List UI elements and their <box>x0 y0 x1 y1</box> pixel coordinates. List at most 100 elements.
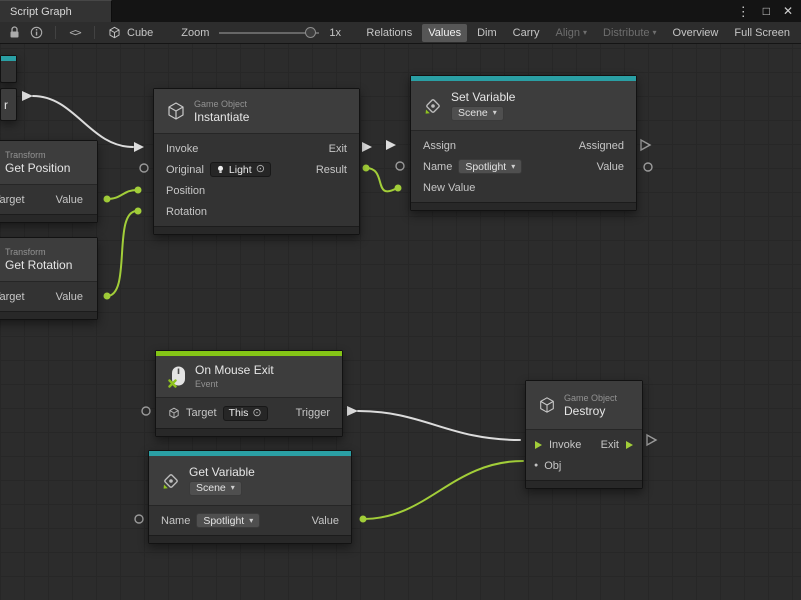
assign-port-icon[interactable] <box>386 140 396 150</box>
node-footer <box>149 535 351 543</box>
node-footer <box>526 480 642 488</box>
clipped-node-fragment-top[interactable] <box>0 55 17 83</box>
obj-port-dot-icon[interactable]: ● <box>534 462 538 469</box>
node-instantiate[interactable]: Game Object Instantiate Invoke Exit Orig… <box>153 88 360 235</box>
setvar-value-port-icon[interactable] <box>644 163 652 171</box>
chevron-down-icon: ▾ <box>231 484 235 492</box>
zoom-slider[interactable] <box>219 32 319 34</box>
edit-source-icon[interactable]: <> <box>66 24 84 42</box>
setvar-name-port-icon[interactable] <box>396 162 404 170</box>
distribute-dropdown[interactable]: Distribute ▾ <box>597 24 662 42</box>
node-get-position[interactable]: Transform Get Position Target Value <box>0 140 98 223</box>
lock-icon[interactable] <box>5 24 23 42</box>
node-on-mouse-exit[interactable]: On Mouse Exit Event Target This ⊙ Trigge… <box>155 350 343 437</box>
dim-button[interactable]: Dim <box>471 24 503 42</box>
invoke-input-label: Invoke <box>166 143 198 155</box>
align-dropdown[interactable]: Align ▾ <box>550 24 593 42</box>
trigger-output-label: Trigger <box>296 407 330 419</box>
object-field-value: Light <box>229 164 252 176</box>
chevron-down-icon: ▾ <box>511 163 515 171</box>
result-port-icon[interactable] <box>363 165 370 172</box>
wire-trigger-to-destroy-invoke[interactable] <box>358 411 520 440</box>
object-picker-icon[interactable]: ⊙ <box>256 164 265 175</box>
window-menu-icon[interactable]: ⋮ <box>737 5 750 18</box>
info-icon[interactable] <box>27 24 45 42</box>
zoom-knob[interactable] <box>305 27 316 38</box>
node-header[interactable]: Transform Get Rotation <box>0 238 97 282</box>
exit-output-label: Exit <box>601 439 619 451</box>
port-row: Name Spotlight ▾ Value <box>149 510 351 531</box>
node-header[interactable]: Set Variable Scene ▾ <box>411 81 636 131</box>
rotation-port-icon[interactable] <box>135 208 142 215</box>
toolbar-separator <box>55 26 56 39</box>
wire-getrotation-to-rotation[interactable] <box>107 211 137 296</box>
name-input-label: Name <box>423 161 452 173</box>
wire-getvariable-to-obj[interactable] <box>363 461 523 519</box>
graph-canvas[interactable]: r Transform Get Position Target Value Tr… <box>0 44 801 600</box>
node-header[interactable]: Transform Get Position <box>0 141 97 185</box>
clipped-node-fragment[interactable]: r <box>0 88 17 121</box>
node-header[interactable]: On Mouse Exit Event <box>156 356 342 398</box>
getvar-name-port-icon[interactable] <box>135 515 143 523</box>
chevron-down-icon: ▾ <box>583 29 587 37</box>
trigger-port-icon[interactable] <box>347 406 358 416</box>
overview-button[interactable]: Overview <box>667 24 725 42</box>
light-object-field[interactable]: Light ⊙ <box>210 162 271 177</box>
getrotation-value-port-icon[interactable] <box>104 293 111 300</box>
exit-port-icon[interactable] <box>362 142 372 152</box>
wire-result-to-new-value[interactable] <box>366 168 397 191</box>
fullscreen-button[interactable]: Full Screen <box>728 24 796 42</box>
position-port-icon[interactable] <box>135 187 142 194</box>
distribute-label: Distribute <box>603 27 649 39</box>
node-title: Set Variable <box>451 91 515 104</box>
node-set-variable[interactable]: Set Variable Scene ▾ Assign Assigned Nam… <box>410 75 637 211</box>
position-input-label: Position <box>166 185 205 197</box>
new-value-port-icon[interactable] <box>395 185 402 192</box>
port-row: Invoke Exit <box>526 434 642 455</box>
variable-name-dropdown[interactable]: Spotlight ▾ <box>458 159 522 174</box>
destroy-exit-out-port-icon[interactable] <box>647 435 656 445</box>
values-button[interactable]: Values <box>422 24 467 42</box>
variable-kind-dropdown[interactable]: Scene ▾ <box>451 106 504 121</box>
getposition-value-port-icon[interactable] <box>104 196 111 203</box>
game-object-icon <box>538 396 556 414</box>
variable-name-dropdown[interactable]: Spotlight ▾ <box>196 513 260 528</box>
node-accent-stripe <box>1 56 16 61</box>
carry-button[interactable]: Carry <box>507 24 546 42</box>
original-port-icon[interactable] <box>140 164 148 172</box>
chevron-down-icon: ▾ <box>653 29 657 37</box>
this-object-field[interactable]: This ⊙ <box>223 406 268 421</box>
node-get-rotation[interactable]: Transform Get Rotation Target Value <box>0 237 98 320</box>
window-maximize-icon[interactable]: □ <box>763 5 770 17</box>
node-header[interactable]: Game Object Instantiate <box>154 89 359 134</box>
graph-toolbar: <> Cube Zoom 1x Relations Values Dim Car… <box>0 22 801 44</box>
window-close-icon[interactable]: ✕ <box>783 5 793 17</box>
variable-kind-dropdown[interactable]: Scene ▾ <box>189 481 242 496</box>
flow-arrow-icon[interactable] <box>534 440 543 450</box>
exit-output-label: Exit <box>329 143 347 155</box>
node-title: Get Position <box>5 162 70 175</box>
relations-button[interactable]: Relations <box>360 24 418 42</box>
window-controls: ⋮ □ ✕ <box>737 0 793 22</box>
zoom-label: Zoom <box>181 27 209 39</box>
assigned-output-label: Assigned <box>579 140 624 152</box>
mouse-exit-icon <box>168 365 187 388</box>
getvar-value-port-icon[interactable] <box>360 516 367 523</box>
object-picker-icon[interactable]: ⊙ <box>252 408 261 419</box>
node-get-variable[interactable]: Get Variable Scene ▾ Name Spotlight ▾ Va… <box>148 450 352 544</box>
variable-name-value: Spotlight <box>465 161 506 173</box>
node-destroy[interactable]: Game Object Destroy Invoke Exit ● Obj <box>525 380 643 489</box>
node-header[interactable]: Get Variable Scene ▾ <box>149 456 351 506</box>
align-label: Align <box>556 27 580 39</box>
port-row: Position <box>154 180 359 201</box>
invoke-port-icon[interactable] <box>134 142 144 152</box>
target-port-icon[interactable] <box>142 407 150 415</box>
wire-getposition-to-position[interactable] <box>107 190 137 199</box>
wire-start-arrow-icon[interactable] <box>22 91 33 101</box>
tab-script-graph[interactable]: Script Graph <box>0 0 112 22</box>
window-tabbar: Script Graph ⋮ □ ✕ <box>0 0 801 22</box>
assigned-port-icon[interactable] <box>641 140 650 150</box>
flow-arrow-icon[interactable] <box>625 440 634 450</box>
node-header[interactable]: Game Object Destroy <box>526 381 642 430</box>
variable-kind-value: Scene <box>458 107 488 119</box>
